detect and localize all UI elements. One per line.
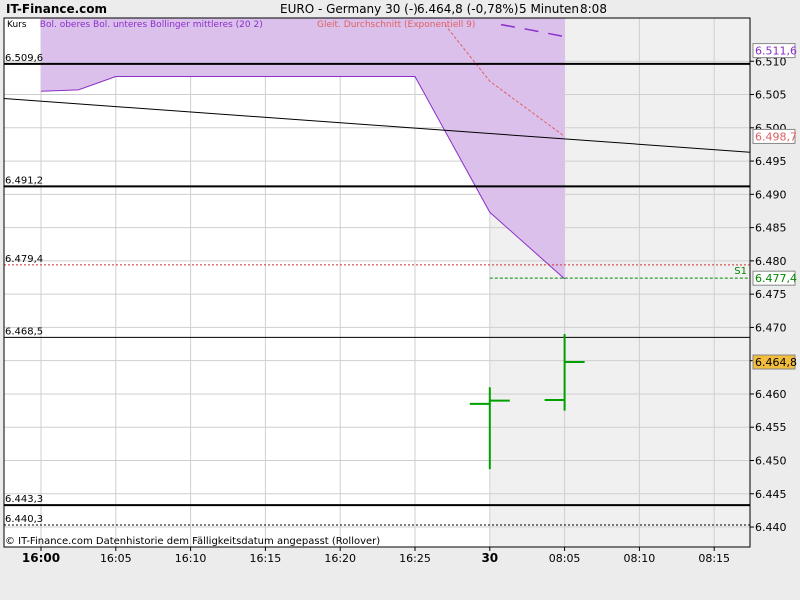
level-label: 6.491,2 xyxy=(5,175,43,186)
y-tick-label: 6.470 xyxy=(755,321,787,334)
level-label: 6.479,4 xyxy=(5,254,43,265)
level-label: 6.443,3 xyxy=(5,494,43,505)
legend-entry: Kurs xyxy=(7,20,27,30)
footer-note: © IT-Finance.com Datenhistorie dem Fälli… xyxy=(5,536,380,547)
price-chart: 6.509,6 6.491,2 6.479,4 6.468,5 6.443,3 6.440… xyxy=(3,17,797,565)
y-tick-label: 6.460 xyxy=(755,388,787,401)
y-tick-label: 6.450 xyxy=(755,454,787,467)
y-tick-label: 6.445 xyxy=(755,488,787,501)
value-badge-label: 6.464,8 xyxy=(755,356,797,369)
x-tick-label: 08:15 xyxy=(698,552,730,565)
x-tick-label: 16:00 xyxy=(22,551,60,565)
x-tick-label: 16:25 xyxy=(399,552,431,565)
x-tick-label: 16:20 xyxy=(324,552,356,565)
level-label: 6.440,3 xyxy=(5,514,43,525)
x-tick-label: 16:10 xyxy=(175,552,207,565)
legend-entry: Bol. oberes Bol. unteres Bollinger mittl… xyxy=(40,20,263,30)
x-tick-label: 16:15 xyxy=(250,552,282,565)
value-badge-label: 6.498,7 xyxy=(755,130,797,143)
y-tick-label: 6.505 xyxy=(755,89,787,102)
x-tick-label: 30 xyxy=(481,551,498,565)
x-tick-label: 08:10 xyxy=(624,552,656,565)
y-tick-label: 6.480 xyxy=(755,255,787,268)
value-badge-label: 6.477,4 xyxy=(755,272,797,285)
x-tick-label: 08:05 xyxy=(549,552,581,565)
y-tick-label: 6.455 xyxy=(755,421,787,434)
y-tick-label: 6.485 xyxy=(755,222,787,235)
y-tick-label: 6.495 xyxy=(755,155,787,168)
support-label: S1 xyxy=(734,266,747,277)
level-label: 6.509,6 xyxy=(5,53,43,64)
value-badge-label: 6.511,6 xyxy=(755,45,797,58)
y-tick-label: 6.475 xyxy=(755,288,787,301)
x-tick-label: 16:05 xyxy=(100,552,132,565)
y-tick-label: 6.440 xyxy=(755,521,787,534)
y-tick-label: 6.490 xyxy=(755,188,787,201)
level-label: 6.468,5 xyxy=(5,326,43,337)
legend-entry: Gleit. Durchschnitt (Exponentiell 9) xyxy=(317,20,475,30)
